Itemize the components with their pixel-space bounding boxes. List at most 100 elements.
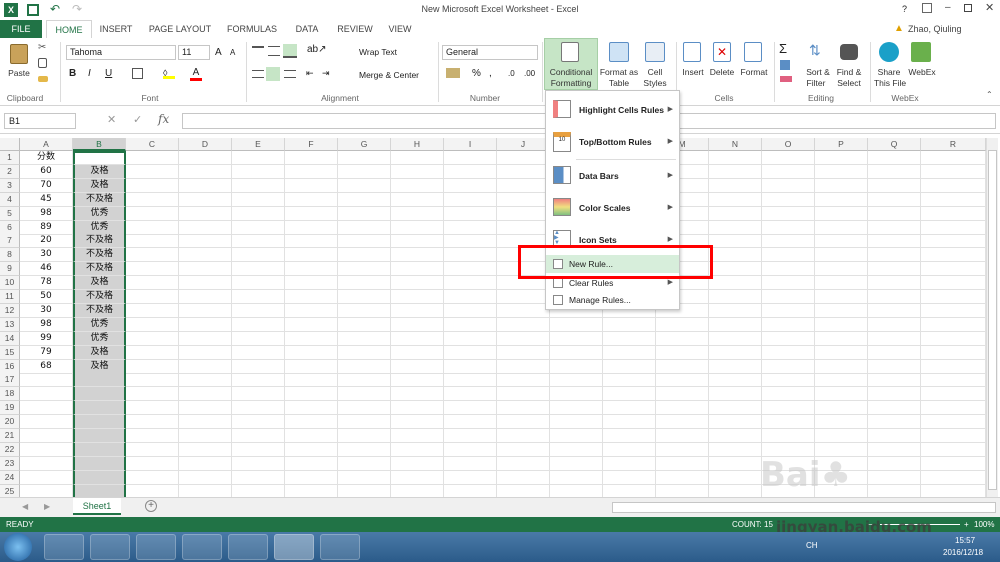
cell[interactable] <box>126 359 179 374</box>
row-header[interactable]: 19 <box>0 401 20 416</box>
cell[interactable] <box>921 331 986 346</box>
cell[interactable] <box>232 303 285 318</box>
cell[interactable] <box>762 401 815 416</box>
cell[interactable] <box>391 359 444 374</box>
cell[interactable] <box>179 387 232 402</box>
cell[interactable] <box>179 303 232 318</box>
cell[interactable] <box>126 276 179 291</box>
increase-font-icon[interactable]: A <box>215 47 222 58</box>
cell-b[interactable] <box>73 151 126 165</box>
close-button[interactable]: ✕ <box>985 1 994 14</box>
cell[interactable] <box>868 276 921 291</box>
cell[interactable] <box>179 345 232 360</box>
column-header[interactable]: P <box>815 138 868 151</box>
cancel-icon[interactable]: ✕ <box>107 113 116 126</box>
cell[interactable] <box>444 331 497 346</box>
cell[interactable] <box>391 151 444 165</box>
cell[interactable] <box>179 276 232 291</box>
insert-button[interactable]: Insert <box>678 67 708 77</box>
cell[interactable] <box>391 192 444 207</box>
format-table-label-1[interactable]: Format as <box>597 67 641 77</box>
cell[interactable] <box>232 234 285 249</box>
excel-taskbar-icon[interactable] <box>274 534 314 560</box>
cell[interactable] <box>285 401 338 416</box>
cell[interactable] <box>868 359 921 374</box>
find-label-2[interactable]: Select <box>832 78 866 88</box>
decrease-indent-icon[interactable]: ⇤ <box>306 68 314 79</box>
undo-icon[interactable]: ↶ <box>50 2 60 16</box>
cell[interactable] <box>762 151 815 165</box>
orientation-icon[interactable]: ab↗ <box>307 44 327 55</box>
cell[interactable] <box>285 331 338 346</box>
cell[interactable] <box>285 234 338 249</box>
cell[interactable] <box>921 387 986 402</box>
cell[interactable] <box>815 220 868 235</box>
cell[interactable] <box>391 206 444 221</box>
cell[interactable] <box>815 429 868 443</box>
cell[interactable] <box>20 373 73 388</box>
column-header[interactable]: B <box>73 138 126 151</box>
cell[interactable] <box>285 387 338 402</box>
redo-icon[interactable]: ↷ <box>72 2 82 16</box>
cell[interactable] <box>232 442 285 457</box>
cell[interactable] <box>497 220 550 235</box>
cell[interactable] <box>656 331 709 346</box>
cell[interactable] <box>709 192 762 207</box>
column-header[interactable]: A <box>20 138 73 151</box>
cell[interactable] <box>815 248 868 263</box>
cell[interactable] <box>179 470 232 485</box>
cell-styles-label-1[interactable]: Cell <box>640 67 670 77</box>
cell[interactable] <box>603 331 656 346</box>
cell-b[interactable]: 不及格 <box>73 303 126 318</box>
cell[interactable] <box>285 303 338 318</box>
cell[interactable] <box>868 192 921 207</box>
collapse-ribbon-icon[interactable]: ⌃ <box>986 90 993 99</box>
decrease-font-icon[interactable]: A <box>230 48 235 57</box>
cell[interactable] <box>868 290 921 304</box>
cell-b[interactable] <box>73 470 126 485</box>
cell[interactable] <box>709 401 762 416</box>
cell[interactable] <box>338 303 391 318</box>
row-header[interactable]: 6 <box>0 220 20 235</box>
cell[interactable] <box>126 401 179 416</box>
cell[interactable] <box>285 442 338 457</box>
cell[interactable] <box>815 345 868 360</box>
cell[interactable] <box>338 290 391 304</box>
cell[interactable] <box>603 317 656 332</box>
row-header[interactable]: 5 <box>0 206 20 221</box>
cell[interactable] <box>232 456 285 471</box>
cell[interactable] <box>391 276 444 291</box>
cell-b[interactable]: 不及格 <box>73 192 126 207</box>
cell[interactable] <box>179 151 232 165</box>
cell[interactable] <box>391 373 444 388</box>
cell[interactable] <box>603 387 656 402</box>
cell[interactable] <box>603 345 656 360</box>
cell-b[interactable]: 及格 <box>73 359 126 374</box>
cell[interactable] <box>285 359 338 374</box>
sort-label-1[interactable]: Sort & <box>802 67 834 77</box>
cell[interactable] <box>20 387 73 402</box>
user-name[interactable]: Zhao, Qiuling <box>908 24 962 34</box>
menu-item-top-bottom-rules[interactable]: 10 Top/Bottom Rules ▶ <box>546 129 679 155</box>
explorer-taskbar-icon[interactable] <box>90 534 130 560</box>
ribbon-display-icon[interactable] <box>922 3 932 13</box>
cell-a[interactable]: 78 <box>20 276 73 291</box>
cell[interactable] <box>921 401 986 416</box>
copy-icon[interactable] <box>38 58 47 68</box>
help-button[interactable]: ? <box>902 4 907 14</box>
cell[interactable] <box>656 317 709 332</box>
tab-file[interactable]: FILE <box>0 20 42 38</box>
cell[interactable] <box>815 415 868 430</box>
tab-formulas[interactable]: FORMULAS <box>222 20 282 38</box>
cell[interactable] <box>444 401 497 416</box>
cell[interactable] <box>550 331 603 346</box>
cell[interactable] <box>656 345 709 360</box>
cell[interactable] <box>126 387 179 402</box>
cell-b[interactable]: 及格 <box>73 276 126 291</box>
cell-b[interactable]: 不及格 <box>73 248 126 263</box>
cell[interactable] <box>497 470 550 485</box>
cell[interactable] <box>444 442 497 457</box>
cell[interactable] <box>497 387 550 402</box>
cell[interactable] <box>709 442 762 457</box>
cell[interactable] <box>285 373 338 388</box>
